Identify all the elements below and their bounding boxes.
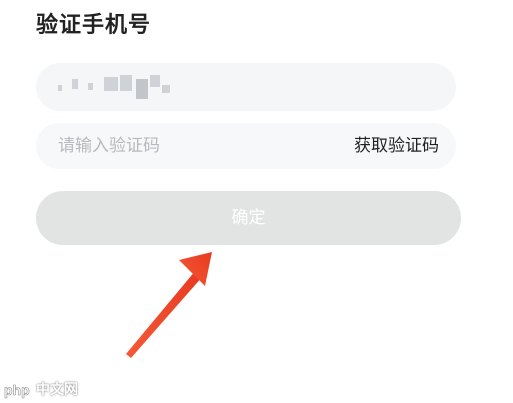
watermark-text: 中文网 [36,382,78,398]
svg-text:php: php [4,382,30,398]
php-logo-icon: php [4,382,30,399]
red-arrow-annotation [126,252,212,358]
